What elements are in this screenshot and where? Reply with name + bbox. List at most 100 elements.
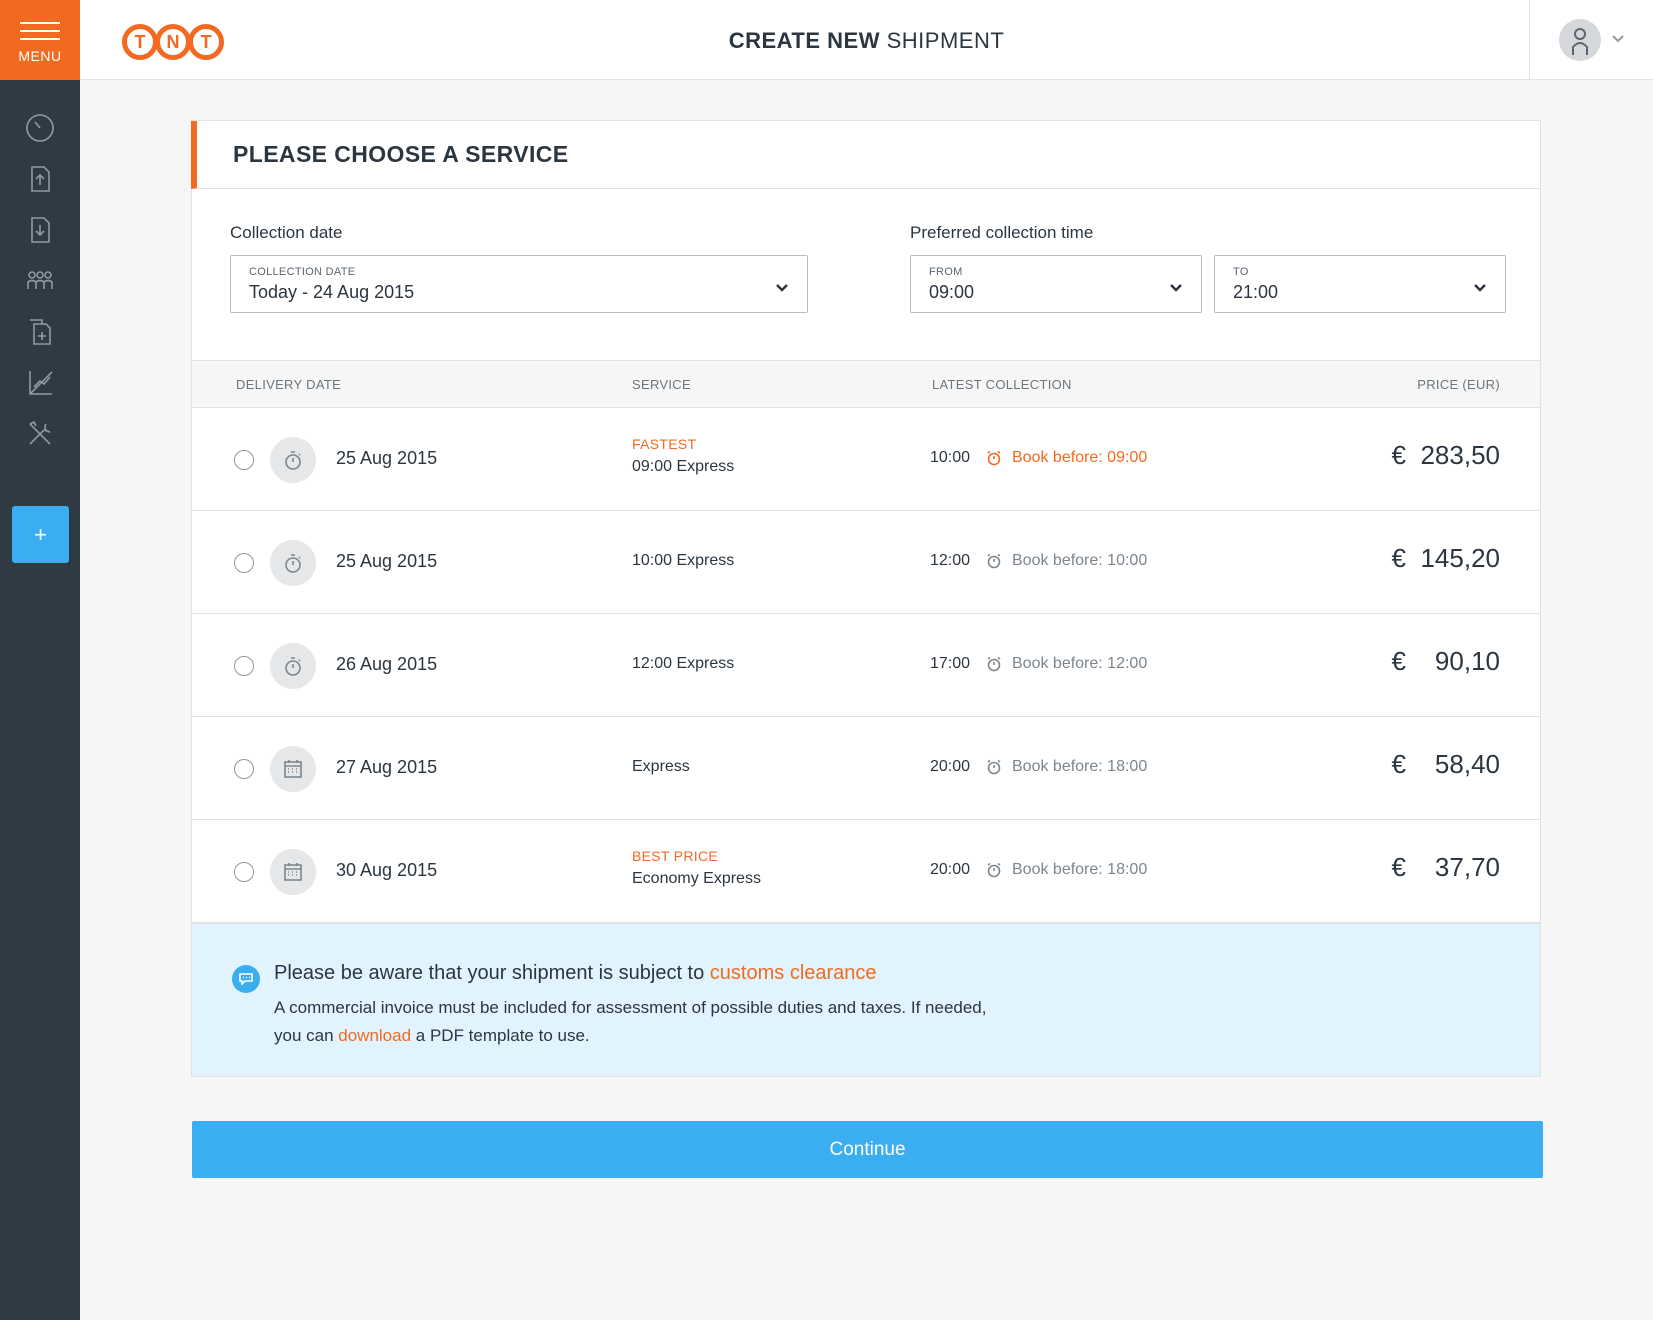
book-before: Book before: 10:00 (986, 552, 1147, 570)
collection-date-select[interactable]: COLLECTION DATE Today - 24 Aug 2015 (230, 255, 808, 313)
sidebar-item-tools[interactable] (0, 408, 80, 459)
alarm-clock-icon (987, 450, 1001, 466)
continue-button[interactable]: Continue (192, 1121, 1543, 1178)
price-amount: 90,10 (1434, 646, 1500, 676)
alarm-clock-icon (987, 862, 1001, 878)
upload-document-icon (31, 165, 50, 192)
download-link[interactable]: download (338, 1026, 411, 1045)
column-header-price: PRICE (EUR) (1417, 377, 1500, 392)
time-to-select[interactable]: TO 21:00 (1214, 255, 1506, 313)
latest-collection: 20:00 (930, 758, 971, 775)
time-from-value: 09:00 (929, 282, 975, 302)
sidebar-item-documents[interactable] (0, 306, 80, 357)
sidebar-item-contacts[interactable] (0, 255, 80, 306)
collection-date-value: Today - 24 Aug 2015 (249, 282, 415, 302)
service-radio[interactable] (234, 450, 254, 470)
documents-icon (30, 318, 51, 345)
alarm-clock-icon (987, 759, 1001, 775)
calendar-icon (270, 849, 316, 895)
price: € 90,10 (1392, 646, 1500, 677)
service-row[interactable]: 30 Aug 2015 BEST PRICE Economy Express 2… (192, 820, 1540, 923)
service-name: 12:00 Express (632, 655, 735, 672)
stopwatch-icon (270, 643, 316, 689)
chevron-down-icon (1170, 284, 1182, 292)
chevron-down-icon (1611, 35, 1624, 43)
add-shipment-button[interactable]: + (12, 506, 69, 563)
service-row[interactable]: 25 Aug 2015 10:00 Express 12:00 Book bef… (192, 511, 1540, 614)
service-radio[interactable] (234, 759, 254, 779)
notice-body-line-1: A commercial invoice must be included fo… (274, 998, 987, 1017)
price-amount: 58,40 (1434, 749, 1500, 779)
service-name: 10:00 Express (632, 552, 735, 569)
tools-icon (29, 420, 51, 445)
service-radio[interactable] (234, 553, 254, 573)
people-icon (27, 270, 53, 289)
stopwatch-icon (270, 437, 316, 483)
time-from-field-label: FROM (929, 266, 963, 278)
price: € 145,20 (1392, 543, 1500, 574)
service-radio[interactable] (234, 862, 254, 882)
collection-filters: Collection date COLLECTION DATE Today - … (192, 189, 1540, 360)
sidebar: MENU + (0, 0, 80, 1320)
service-radio[interactable] (234, 656, 254, 676)
customs-clearance-link[interactable]: customs clearance (710, 962, 877, 984)
currency-symbol: € (1391, 646, 1406, 676)
price-amount: 37,70 (1434, 852, 1500, 882)
currency-symbol: € (1391, 749, 1406, 779)
collection-date-label: Collection date (230, 223, 343, 242)
service-name: 09:00 Express (632, 458, 735, 475)
sidebar-item-reports[interactable] (0, 357, 80, 408)
delivery-date: 26 Aug 2015 (336, 654, 438, 674)
alarm-clock-icon (987, 553, 1001, 569)
service-row[interactable]: 25 Aug 2015 FASTEST 09:00 Express 10:00 … (192, 408, 1540, 511)
chevron-down-icon (1474, 284, 1486, 292)
alarm-clock-icon (987, 656, 1001, 672)
latest-collection: 20:00 (930, 861, 971, 878)
sidebar-item-send[interactable] (0, 153, 80, 204)
time-from-select[interactable]: FROM 09:00 (910, 255, 1202, 313)
gauge-icon (26, 113, 54, 142)
collection-date-field-label: COLLECTION DATE (249, 266, 356, 278)
service-name-block: FASTEST 09:00 Express (632, 436, 734, 476)
user-menu-chevron[interactable] (1611, 31, 1625, 49)
chart-icon (29, 370, 53, 395)
menu-button[interactable]: MENU (0, 0, 80, 80)
book-before-text: Book before: 18:00 (1012, 758, 1148, 775)
time-to-value: 21:00 (1233, 282, 1279, 302)
notice-title: Please be aware that your shipment is su… (274, 962, 877, 985)
book-before: Book before: 12:00 (986, 655, 1147, 673)
table-header: DELIVERY DATE SERVICE LATEST COLLECTION … (192, 360, 1540, 408)
price: € 37,70 (1392, 852, 1500, 883)
service-name-block: 10:00 Express (632, 552, 734, 570)
currency-symbol: € (1391, 543, 1406, 573)
sidebar-item-receive[interactable] (0, 204, 80, 255)
card-header: PLEASE CHOOSE A SERVICE (191, 121, 1540, 189)
price-amount: 283,50 (1420, 440, 1500, 470)
page-title-bold: CREATE NEW (728, 28, 880, 53)
latest-collection: 12:00 (930, 552, 971, 569)
fastest-badge: FASTEST (632, 436, 697, 452)
book-before-text: Book before: 10:00 (1012, 552, 1148, 569)
calendar-icon (270, 746, 316, 792)
download-document-icon (31, 216, 50, 243)
service-row[interactable]: 26 Aug 2015 12:00 Express 17:00 Book bef… (192, 614, 1540, 717)
service-name: Economy Express (632, 870, 761, 887)
user-menu (1529, 0, 1653, 80)
service-name-block: 12:00 Express (632, 655, 734, 673)
page-title-rest: SHIPMENT (886, 28, 1005, 53)
service-row[interactable]: 27 Aug 2015 Express 20:00 Book before: 1… (192, 717, 1540, 820)
notice-title-text: Please be aware that your shipment is su… (274, 962, 710, 984)
currency-symbol: € (1391, 852, 1406, 882)
sidebar-item-dashboard[interactable] (0, 102, 80, 153)
price: € 58,40 (1392, 749, 1500, 780)
book-before-text: Book before: 18:00 (1012, 861, 1148, 878)
menu-label: MENU (18, 48, 62, 64)
avatar[interactable] (1558, 19, 1601, 61)
preferred-time-label: Preferred collection time (910, 223, 1094, 242)
customs-notice: Please be aware that your shipment is su… (192, 923, 1540, 1076)
chat-bubble-icon (232, 965, 260, 993)
book-before: Book before: 09:00 (986, 449, 1147, 467)
price: € 283,50 (1392, 440, 1500, 471)
column-header-service: SERVICE (632, 377, 691, 392)
delivery-date: 27 Aug 2015 (336, 757, 438, 777)
